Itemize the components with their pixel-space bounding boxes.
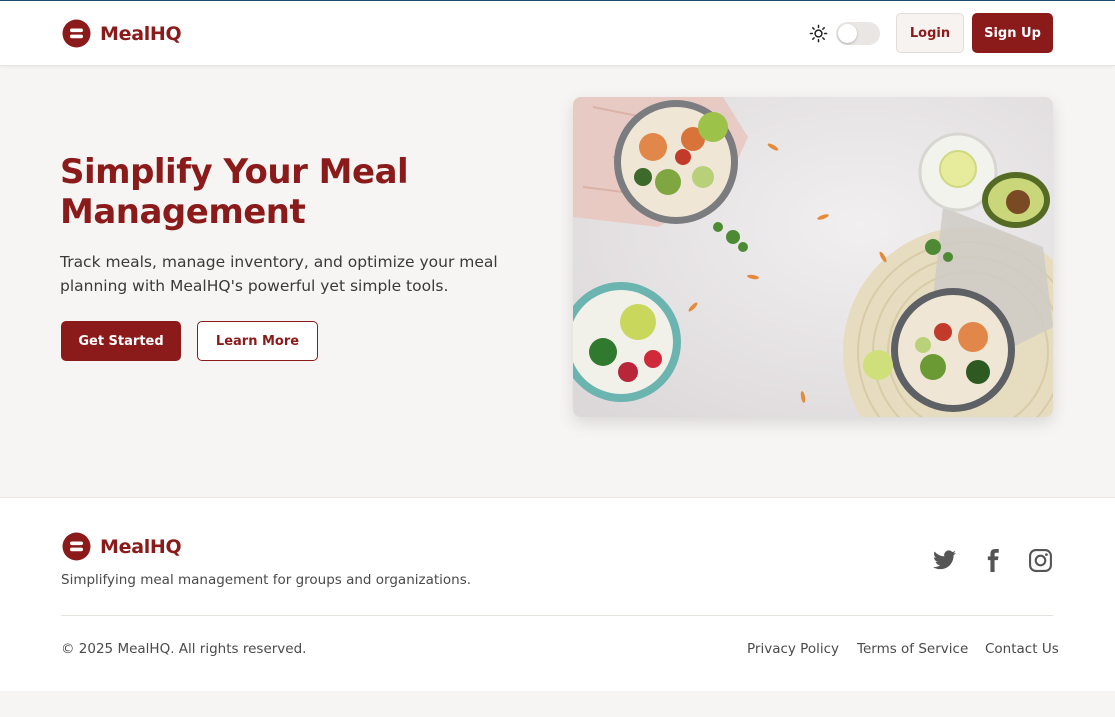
footer: MealHQ Simplifying meal management for g… [0, 497, 1115, 692]
twitter-icon[interactable] [932, 548, 957, 573]
hero-title: Simplify Your Meal Management [60, 152, 409, 232]
sun-icon[interactable] [809, 24, 828, 43]
food-bowls-illustration [573, 97, 1053, 417]
signup-button[interactable]: Sign Up [972, 13, 1053, 53]
footer-brand-name: MealHQ [100, 535, 182, 558]
page-bottom [0, 691, 1115, 717]
get-started-button[interactable]: Get Started [61, 321, 181, 361]
footer-brand[interactable]: MealHQ [62, 532, 182, 561]
login-button[interactable]: Login [896, 13, 964, 53]
brand-name: MealHQ [100, 22, 182, 45]
logo-icon [62, 532, 91, 561]
facebook-icon[interactable] [980, 548, 1005, 573]
logo-icon [62, 19, 91, 48]
privacy-policy-link[interactable]: Privacy Policy [747, 641, 839, 657]
terms-of-service-link[interactable]: Terms of Service [857, 641, 968, 657]
copyright: © 2025 MealHQ. All rights reserved. [61, 641, 307, 657]
hero-image [573, 97, 1053, 417]
navbar: MealHQ Login Sign Up [0, 1, 1115, 66]
theme-toggle[interactable] [836, 22, 880, 45]
learn-more-button[interactable]: Learn More [197, 321, 318, 361]
hero-subtitle: Track meals, manage inventory, and optim… [60, 253, 498, 295]
footer-tagline: Simplifying meal management for groups a… [61, 572, 472, 588]
theme-toggle-knob [838, 24, 857, 43]
brand[interactable]: MealHQ [62, 19, 182, 48]
instagram-icon[interactable] [1028, 548, 1053, 573]
footer-divider [61, 615, 1053, 616]
contact-us-link[interactable]: Contact Us [985, 641, 1059, 657]
